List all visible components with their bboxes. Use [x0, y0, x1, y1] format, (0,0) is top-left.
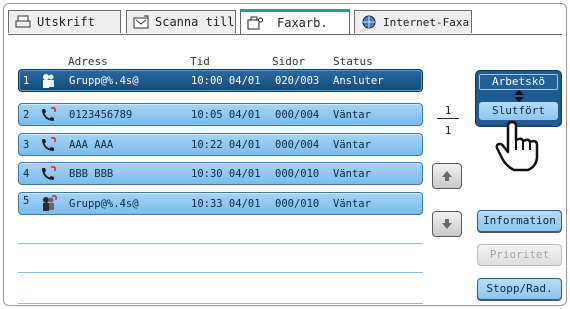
empty-row-line	[18, 272, 423, 273]
queue-toggle-top: Arbetskö	[479, 74, 558, 90]
printer-icon	[15, 15, 31, 28]
group-icon	[43, 74, 54, 88]
job-index: 2	[23, 109, 30, 121]
priority-button[interactable]: Prioritet	[477, 244, 562, 266]
tab-scan-to[interactable]: Scanna till	[126, 10, 236, 33]
job-address: AAA AAA	[69, 139, 114, 151]
job-pages: 000/004	[275, 139, 320, 151]
tab-internet-fax-label: Internet-Faxa	[383, 15, 470, 29]
tab-scan-to-label: Scanna till	[155, 15, 235, 29]
toggle-arrows-icon	[479, 90, 558, 102]
fax-icon	[247, 16, 263, 30]
job-row[interactable]: 2 0123456789 10:05 04/01 000/004 Väntar	[18, 103, 423, 126]
job-address: 0123456789	[69, 109, 133, 121]
job-pages: 000/010	[275, 198, 320, 210]
col-time: Tid	[190, 55, 210, 68]
phone-icon	[42, 166, 56, 180]
page-current: 1	[444, 104, 452, 117]
empty-row-line	[18, 303, 423, 304]
scroll-down-button[interactable]	[432, 211, 462, 237]
job-address: BBB BBB	[69, 168, 114, 180]
page-divider	[437, 118, 459, 119]
job-pages: 020/003	[275, 75, 320, 87]
job-time: 10:30 04/01	[191, 168, 261, 180]
job-time: 10:05 04/01	[191, 109, 261, 121]
phone-icon	[42, 107, 56, 121]
arrow-up-icon	[442, 171, 452, 181]
job-pages: 000/010	[275, 168, 320, 180]
job-status: Väntar	[333, 168, 371, 180]
job-time: 10:33 04/01	[191, 198, 261, 210]
tab-print[interactable]: Utskrift	[8, 10, 121, 33]
job-address: Grupp@%.4s@	[69, 75, 139, 87]
job-time: 10:22 04/01	[191, 139, 261, 151]
pointing-hand-icon	[495, 120, 539, 172]
job-status: Ansluter	[333, 75, 384, 87]
job-index: 4	[23, 168, 30, 180]
job-row[interactable]: 1 Grupp@%.4s@ 10:00 04/01 020/003 Anslut…	[18, 69, 423, 92]
col-pages: Sidor	[272, 55, 306, 68]
tab-fax-jobs-label: Faxarb.	[277, 16, 328, 30]
job-status: Väntar	[333, 139, 371, 151]
empty-row-line	[18, 243, 423, 244]
information-button[interactable]: Information	[477, 210, 562, 232]
arrow-down-icon	[442, 219, 452, 229]
job-row[interactable]: 5 Grupp@%.4s@ 10:33 04/01 000/010 Väntar	[18, 192, 423, 215]
tab-baseline	[8, 34, 562, 35]
col-status: Status	[333, 55, 373, 68]
job-pages: 000/004	[275, 109, 320, 121]
job-row[interactable]: 3 AAA AAA 10:22 04/01 000/004 Väntar	[18, 133, 423, 156]
job-address: Grupp@%.4s@	[69, 198, 139, 210]
col-address: Adress	[68, 55, 108, 68]
job-status: Väntar	[333, 109, 371, 121]
job-row[interactable]: 4 BBB BBB 10:30 04/01 000/010 Väntar	[18, 162, 423, 185]
tab-fax-jobs[interactable]: Faxarb.	[240, 9, 350, 34]
scan-icon	[133, 15, 149, 29]
job-time: 10:00 04/01	[191, 75, 261, 87]
stop-delete-button[interactable]: Stopp/Rad.	[477, 278, 562, 300]
phone-icon	[42, 137, 56, 151]
tab-internet-fax[interactable]: Internet-Faxa	[354, 10, 472, 33]
scroll-up-button[interactable]	[432, 163, 462, 189]
job-index: 5	[23, 195, 30, 207]
job-index: 3	[23, 139, 30, 151]
tab-print-label: Utskrift	[37, 15, 95, 29]
globe-icon	[362, 15, 376, 29]
group-icon	[43, 195, 57, 211]
page-total: 1	[444, 124, 452, 137]
job-status: Väntar	[333, 198, 371, 210]
job-index: 1	[23, 75, 30, 87]
